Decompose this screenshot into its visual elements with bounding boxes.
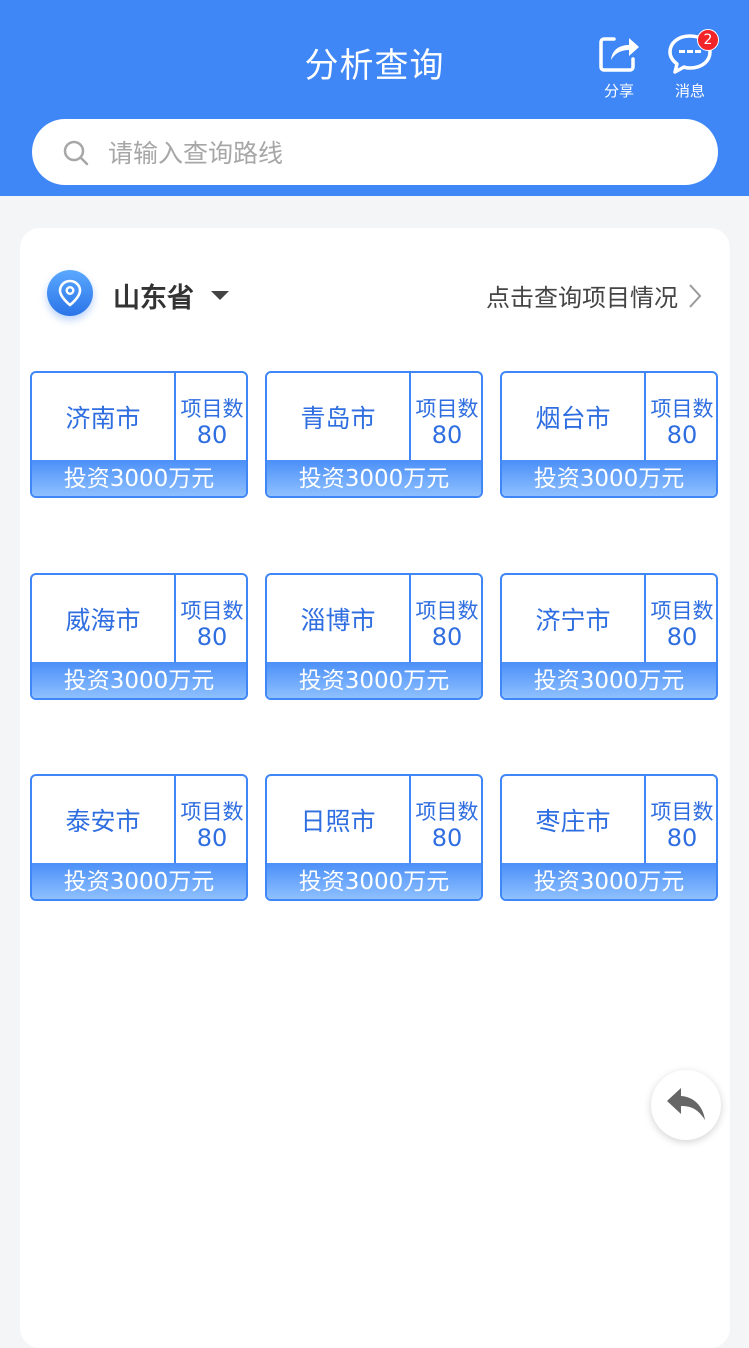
project-count-label: 项目数 [650,397,714,421]
project-count: 80 [431,824,463,852]
reply-arrow-icon [667,1088,705,1120]
project-count-label: 项目数 [180,397,244,421]
share-icon [599,37,639,72]
investment-amount: 投资3000万元 [502,863,716,899]
investment-amount: 投资3000万元 [502,460,716,496]
project-count: 80 [196,623,228,651]
city-name: 青岛市 [267,373,411,460]
investment-amount: 投资3000万元 [267,662,481,698]
location-pin-icon [58,279,82,307]
project-count: 80 [196,421,228,449]
investment-amount: 投资3000万元 [32,460,246,496]
query-projects-link[interactable]: 点击查询项目情况 [486,278,702,313]
query-projects-label: 点击查询项目情况 [486,284,678,312]
share-label: 分享 [603,82,634,100]
city-name: 威海市 [32,575,176,662]
investment-amount: 投资3000万元 [502,662,716,698]
search-icon [63,140,89,166]
project-count: 80 [431,421,463,449]
city-name: 淄博市 [267,575,411,662]
project-count-label: 项目数 [650,800,714,824]
caret-down-icon[interactable] [211,291,229,300]
back-button[interactable] [651,1070,721,1140]
project-count-label: 项目数 [180,800,244,824]
city-name: 枣庄市 [502,776,646,863]
city-name: 日照市 [267,776,411,863]
city-card-qingdao[interactable]: 青岛市 项目数 80 投资3000万元 [265,371,483,498]
search-bar[interactable] [32,119,718,185]
project-count: 80 [666,623,698,651]
city-name: 泰安市 [32,776,176,863]
province-selector[interactable]: 山东省 [113,276,194,315]
project-count-label: 项目数 [650,599,714,623]
city-card-yantai[interactable]: 烟台市 项目数 80 投资3000万元 [500,371,718,498]
city-name: 济宁市 [502,575,646,662]
project-count-label: 项目数 [415,397,479,421]
investment-amount: 投资3000万元 [267,863,481,899]
city-card-zibo[interactable]: 淄博市 项目数 80 投资3000万元 [265,573,483,700]
message-count-badge: 2 [697,29,719,51]
project-count: 80 [666,421,698,449]
city-card-weihai[interactable]: 威海市 项目数 80 投资3000万元 [30,573,248,700]
project-count-label: 项目数 [415,800,479,824]
city-name: 济南市 [32,373,176,460]
city-card-taian[interactable]: 泰安市 项目数 80 投资3000万元 [30,774,248,901]
investment-amount: 投资3000万元 [32,863,246,899]
city-name: 烟台市 [502,373,646,460]
location-badge [47,270,93,316]
project-count: 80 [431,623,463,651]
city-card-rizhao[interactable]: 日照市 项目数 80 投资3000万元 [265,774,483,901]
share-button[interactable]: 分享 [589,30,649,101]
region-card: 山东省 点击查询项目情况 济南市 项目数 80 投资3000万元 青岛市 项目数… [20,228,730,1348]
investment-amount: 投资3000万元 [267,460,481,496]
project-count-label: 项目数 [415,599,479,623]
project-count: 80 [666,824,698,852]
city-card-zaozhuang[interactable]: 枣庄市 项目数 80 投资3000万元 [500,774,718,901]
investment-amount: 投资3000万元 [32,662,246,698]
city-card-jinan[interactable]: 济南市 项目数 80 投资3000万元 [30,371,248,498]
city-card-jining[interactable]: 济宁市 项目数 80 投资3000万元 [500,573,718,700]
message-button[interactable]: 2 消息 [660,29,720,101]
message-label: 消息 [674,82,705,100]
project-count-label: 项目数 [180,599,244,623]
chevron-right-icon [689,283,702,308]
top-header: 分析查询 分享 2 消息 [0,0,749,196]
search-input[interactable] [106,131,690,175]
project-count: 80 [196,824,228,852]
